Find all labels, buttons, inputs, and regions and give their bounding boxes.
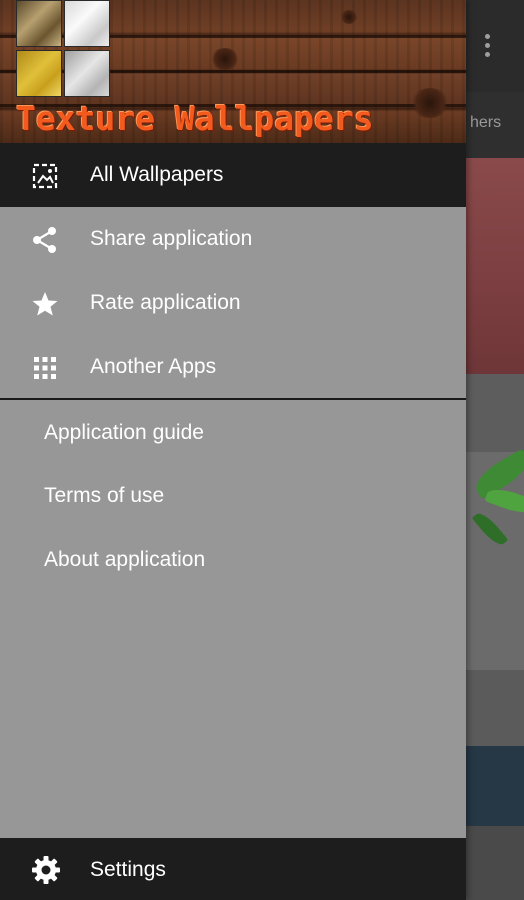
nav-item-another-apps[interactable]: Another Apps — [0, 335, 466, 399]
nav-item-label: Share application — [90, 227, 253, 250]
settings-button[interactable]: Settings — [0, 838, 466, 900]
wallpaper-card[interactable] — [466, 158, 524, 374]
menu-item-about-application[interactable]: About application — [44, 548, 205, 572]
apps-grid-icon — [30, 353, 60, 383]
nav-item-label: Another Apps — [90, 355, 217, 378]
menu-item-application-guide[interactable]: Application guide — [44, 421, 204, 445]
gold-tile — [16, 50, 62, 97]
wallpaper-card-bar — [466, 670, 524, 746]
background-filler — [466, 826, 524, 900]
wallpaper-card[interactable] — [466, 746, 524, 826]
wallpaper-card-bar — [466, 374, 524, 452]
silver-tile — [64, 0, 110, 47]
bronze-tile — [16, 0, 62, 47]
more-options-icon[interactable] — [484, 34, 492, 60]
steel-tile — [64, 50, 110, 97]
nav-item-label: All Wallpapers — [90, 163, 224, 186]
app-title: Texture Wallpapers — [16, 99, 374, 138]
nav-item-label: Rate application — [90, 291, 241, 314]
nav-item-all-wallpapers[interactable]: All Wallpapers — [0, 143, 466, 207]
drawer-header: Texture Wallpapers — [0, 0, 466, 143]
drawer-divider — [0, 398, 466, 400]
image-icon — [30, 161, 60, 191]
navigation-drawer: Texture Wallpapers All Wallpapers Share … — [0, 0, 466, 900]
menu-item-terms-of-use[interactable]: Terms of use — [44, 484, 164, 508]
settings-label: Settings — [90, 858, 166, 881]
nav-item-share-application[interactable]: Share application — [0, 207, 466, 271]
star-icon — [30, 289, 60, 319]
background-tab-label[interactable]: hers — [470, 114, 501, 132]
nav-item-rate-application[interactable]: Rate application — [0, 271, 466, 335]
gear-icon — [30, 854, 62, 886]
app-logo-tiles — [14, 0, 112, 101]
share-icon — [30, 225, 60, 255]
wallpaper-card[interactable] — [466, 448, 524, 670]
